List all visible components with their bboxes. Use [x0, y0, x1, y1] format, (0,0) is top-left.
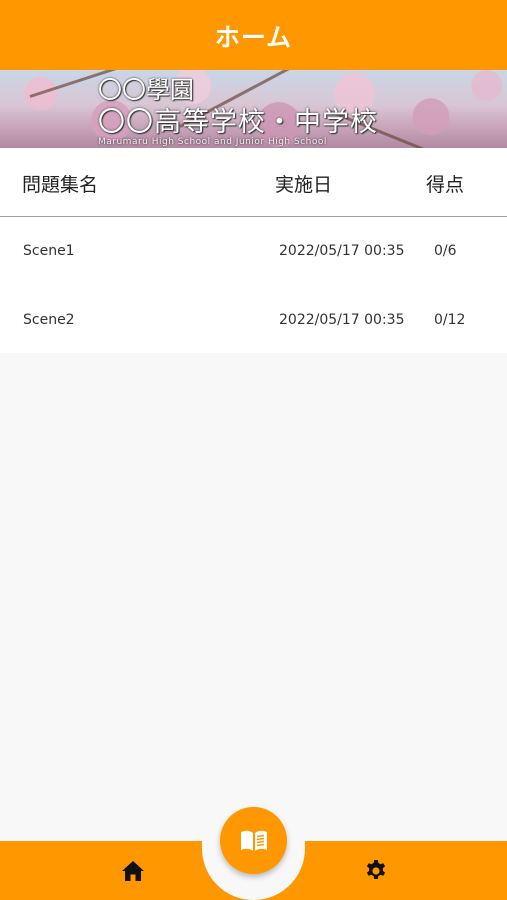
- home-button[interactable]: [119, 858, 147, 884]
- app-bar: ホーム: [0, 0, 507, 70]
- table-row[interactable]: Scene2 2022/05/17 00:35 0/12: [0, 286, 507, 355]
- column-header-score: 得点: [426, 174, 465, 196]
- column-header-name: 問題集名: [22, 174, 99, 196]
- quiz-book-button[interactable]: [220, 807, 287, 874]
- column-header-date: 実施日: [275, 174, 333, 196]
- row-name: Scene1: [23, 243, 75, 259]
- school-banner: 〇〇學園 〇〇高等学校・中学校 Marumaru High School and…: [0, 70, 507, 148]
- table-row[interactable]: Scene1 2022/05/17 00:35 0/6: [0, 217, 507, 286]
- page-title: ホーム: [214, 23, 293, 52]
- banner-school-name: 〇〇高等学校・中学校: [98, 107, 378, 138]
- table-header: 問題集名 実施日 得点: [0, 148, 507, 217]
- results-table: 問題集名 実施日 得点 Scene1 2022/05/17 00:35 0/6 …: [0, 148, 507, 353]
- row-score: 0/6: [434, 243, 457, 259]
- book-icon: [240, 830, 267, 851]
- row-score: 0/12: [434, 312, 466, 328]
- banner-school-name-en: Marumaru High School and Junior High Sch…: [98, 137, 327, 147]
- row-date: 2022/05/17 00:35: [279, 243, 405, 259]
- row-name: Scene2: [23, 312, 75, 328]
- home-icon: [122, 861, 144, 881]
- app-root: ホーム 〇〇學園 〇〇高等学校・中学校 Marumaru High School…: [0, 0, 507, 900]
- settings-button[interactable]: [362, 858, 390, 884]
- row-date: 2022/05/17 00:35: [279, 312, 405, 328]
- gear-icon: [366, 860, 386, 879]
